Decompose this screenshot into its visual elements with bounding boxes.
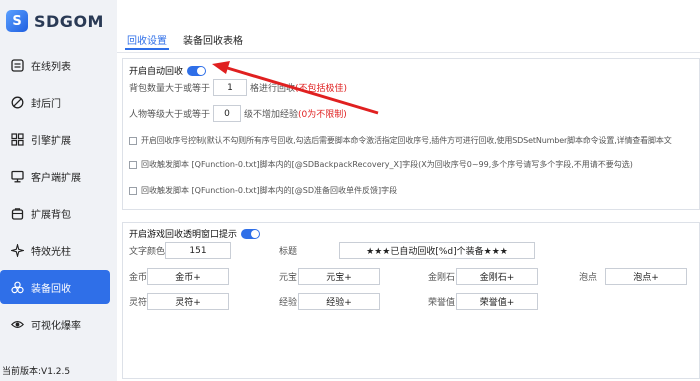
list-icon [10,58,24,72]
version-label: 当前版本:V1.2.5 [2,367,71,377]
points-label: 泡点 [579,273,598,283]
gold-input[interactable]: 金币+ [147,268,229,285]
spirit-label: 灵符 [129,298,148,308]
sidebar-item-label: 扩展背包 [31,209,71,221]
feedback-script-label: 回收触发脚本 [QFunction-0.txt]脚本内的[@SD准备回收单件反馈… [141,186,398,195]
sidebar-item-online-list[interactable]: 在线列表 [0,48,110,82]
option-feedback-script: 回收触发脚本 [QFunction-0.txt]脚本内的[@SD准备回收单件反馈… [129,185,397,196]
yuanbao-input[interactable]: 元宝+ [298,268,380,285]
diamond-label: 金刚石 [428,273,456,283]
sidebar-item-engine-extension[interactable]: 引擎扩展 [0,122,110,156]
sidebar-item-client-extension[interactable]: 客户端扩展 [0,159,110,193]
auto-recycle-panel: 开启自动回收 背包数量大于或等于 1 格进行回收 (不包括极佳) 人物等级大于或… [122,58,700,210]
tab-recycle-settings[interactable]: 回收设置 [125,32,169,50]
gold-row: 金币 金币+ [129,268,229,285]
title-label: 标题 [279,247,298,257]
yuanbao-row: 元宝 元宝+ [279,268,380,285]
sidebar-item-block-backdoor[interactable]: 封后门 [0,85,110,119]
block-icon [10,95,24,109]
level-suffix: 级不增加经验 [244,110,299,120]
sidebar-item-label: 封后门 [31,98,61,110]
bag-count-row: 背包数量大于或等于 1 格进行回收 (不包括极佳) [129,79,347,96]
popup-hint-panel: 开启游戏回收透明窗口提示 文字颜色 151 标题 ★★★已自动回收[%d]个装备… [122,222,700,379]
points-input[interactable]: 泡点+ [605,268,687,285]
popup-hint-toggle[interactable] [241,228,261,239]
bag-icon [10,206,24,220]
tab-divider [117,52,700,53]
recycle-icon [10,280,24,294]
points-row: 泡点 泡点+ [579,268,687,285]
level-note: (0为不限制) [298,110,347,120]
diamond-row: 金刚石 金刚石+ [428,268,538,285]
bag-count-note: (不包括极佳) [295,84,348,94]
honor-input[interactable]: 荣誉值+ [456,293,538,310]
sidebar-item-label: 在线列表 [31,61,71,73]
popup-hint-label: 开启游戏回收透明窗口提示 [129,230,238,240]
sidebar-item-visual-drop-rate[interactable]: 可视化爆率 [0,307,110,341]
exp-input[interactable]: 经验+ [298,293,380,310]
level-input[interactable]: 0 [213,105,242,122]
level-row: 人物等级大于或等于 0 级不增加经验 (0为不限制) [129,105,347,122]
serial-control-label: 开启回收序号控制(默认不勾则所有序号回收,勾选后需要脚本命令激活指定回收序号,插… [141,136,672,145]
sidebar-item-effect-beam[interactable]: 特效光柱 [0,233,110,267]
monitor-icon [10,169,24,183]
bag-count-input[interactable]: 1 [213,79,248,96]
exp-row: 经验 经验+ [279,293,380,310]
sidebar-item-label: 特效光柱 [31,246,71,258]
sidebar: S SDGOM 在线列表 封后门 引擎扩展 客户端扩展 扩展背包 特效光柱 装备… [0,0,114,381]
text-color-input[interactable]: 151 [165,242,231,259]
yuanbao-label: 元宝 [279,273,298,283]
sidebar-item-label: 引擎扩展 [31,135,71,147]
logo-icon: S [6,10,28,32]
diamond-input[interactable]: 金刚石+ [456,268,538,285]
bag-count-suffix: 格进行回收 [250,84,296,94]
grid-icon [10,132,24,146]
trigger-script-checkbox[interactable] [129,160,137,169]
feedback-script-checkbox[interactable] [129,186,137,195]
spirit-row: 灵符 灵符+ [129,293,229,310]
main-content: 回收设置 装备回收表格 开启自动回收 背包数量大于或等于 1 格进行回收 (不包… [117,0,700,381]
level-prefix: 人物等级大于或等于 [129,110,211,120]
trigger-script-label: 回收触发脚本 [QFunction-0.txt]脚本内的[@SDBackpack… [141,160,633,169]
app-name: SDGOM [34,11,104,31]
tab-bar: 回收设置 装备回收表格 [125,32,243,50]
exp-label: 经验 [279,298,298,308]
option-serial-control: 开启回收序号控制(默认不勾则所有序号回收,勾选后需要脚本命令激活指定回收序号,插… [129,135,672,146]
title-input[interactable]: ★★★已自动回收[%d]个装备★★★ [339,242,535,259]
sidebar-item-label: 可视化爆率 [31,320,81,332]
eye-icon [10,317,24,331]
option-trigger-script: 回收触发脚本 [QFunction-0.txt]脚本内的[@SDBackpack… [129,159,633,170]
serial-control-checkbox[interactable] [129,136,137,145]
title-row: 标题 ★★★已自动回收[%d]个装备★★★ [279,242,535,259]
spirit-input[interactable]: 灵符+ [147,293,229,310]
honor-label: 荣誉值 [428,298,456,308]
sidebar-item-extend-bag[interactable]: 扩展背包 [0,196,110,230]
auto-recycle-label: 开启自动回收 [129,67,184,77]
sidebar-nav: 在线列表 封后门 引擎扩展 客户端扩展 扩展背包 特效光柱 装备回收 可视化爆率 [0,48,114,344]
sidebar-item-label: 客户端扩展 [31,172,81,184]
sparkle-icon [10,243,24,257]
sidebar-item-label: 装备回收 [31,283,71,295]
honor-row: 荣誉值 荣誉值+ [428,293,538,310]
auto-recycle-toggle[interactable] [187,65,207,76]
auto-recycle-header: 开启自动回收 [129,64,207,77]
app-logo: S SDGOM [6,10,104,32]
sidebar-item-equipment-recycle[interactable]: 装备回收 [0,270,110,304]
bag-count-prefix: 背包数量大于或等于 [129,84,211,94]
tab-equipment-recycle-table[interactable]: 装备回收表格 [183,32,243,50]
gold-label: 金币 [129,273,148,283]
text-color-row: 文字颜色 151 [129,242,231,259]
text-color-label: 文字颜色 [129,247,166,257]
popup-hint-header: 开启游戏回收透明窗口提示 [129,227,261,240]
